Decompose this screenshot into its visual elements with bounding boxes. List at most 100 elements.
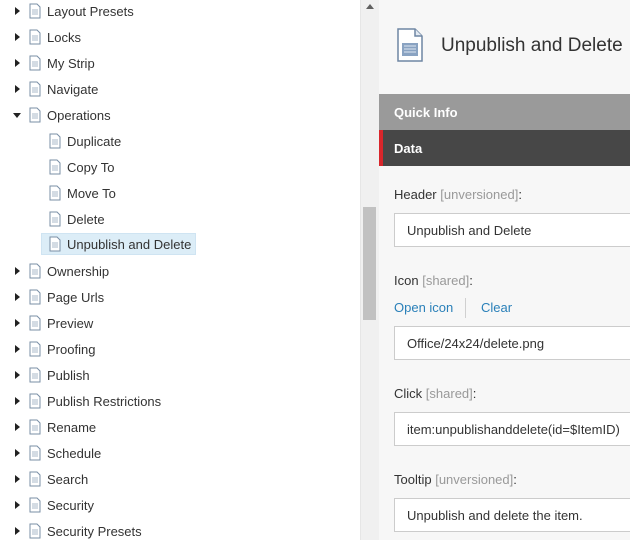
chevron-right-icon[interactable]: [11, 52, 23, 74]
tree-item-operations[interactable]: Operations: [11, 104, 111, 126]
tree-item-unpublish-and-delete[interactable]: Unpublish and Delete: [41, 233, 197, 255]
section-quick-info[interactable]: Quick Info: [379, 94, 630, 130]
scroll-up-arrow-icon[interactable]: [366, 4, 374, 9]
tree-item-search[interactable]: Search: [11, 468, 88, 490]
tree-item-security-presets[interactable]: Security Presets: [11, 520, 142, 540]
open-icon-link[interactable]: Open icon: [394, 300, 453, 315]
tree-item-label: Navigate: [47, 81, 99, 97]
tree-item-label: Unpublish and Delete: [67, 236, 192, 252]
field-tag: [unversioned]: [435, 472, 514, 487]
document-icon: [29, 107, 41, 123]
tooltip-input[interactable]: Unpublish and delete the item.: [394, 498, 630, 532]
field-tag: [shared]: [425, 386, 473, 401]
field-tag: [unversioned]: [440, 187, 519, 202]
document-icon: [29, 29, 41, 45]
header-field-label: Header [unversioned]:: [394, 187, 522, 202]
tree-item-schedule[interactable]: Schedule: [11, 442, 101, 464]
tree-item-label: Rename: [47, 419, 97, 435]
tree-item-page-urls[interactable]: Page Urls: [11, 286, 104, 308]
tree-item-delete[interactable]: Delete: [47, 208, 105, 230]
tree-item-ownership[interactable]: Ownership: [11, 260, 109, 282]
document-icon: [29, 471, 41, 487]
tree-item-label: Preview: [47, 315, 94, 331]
tree-item-move-to[interactable]: Move To: [47, 182, 116, 204]
tree-item-rename[interactable]: Rename: [11, 416, 96, 438]
document-icon: [29, 523, 41, 539]
document-icon: [29, 393, 41, 409]
item-editor: Unpublish and Delete Quick Info Data Hea…: [379, 0, 630, 540]
chevron-right-icon[interactable]: [11, 286, 23, 308]
tree-item-proofing[interactable]: Proofing: [11, 338, 95, 360]
tree-item-label: Security Presets: [47, 523, 142, 539]
chevron-right-icon[interactable]: [11, 338, 23, 360]
chevron-right-icon[interactable]: [11, 26, 23, 48]
tree-item-label: Duplicate: [67, 133, 122, 149]
tree-item-label: Proofing: [47, 341, 96, 357]
tree-item-layout-presets[interactable]: Layout Presets: [11, 0, 134, 22]
tree-item-my-strip[interactable]: My Strip: [11, 52, 95, 74]
document-icon: [29, 341, 41, 357]
item-title: Unpublish and Delete: [441, 35, 623, 56]
tree-item-label: Security: [47, 497, 94, 513]
tooltip-field-label: Tooltip [unversioned]:: [394, 472, 517, 487]
icon-input[interactable]: Office/24x24/delete.png: [394, 326, 630, 360]
tree-item-label: Publish Restrictions: [47, 393, 162, 409]
tree-item-copy-to[interactable]: Copy To: [47, 156, 114, 178]
tree-item-preview[interactable]: Preview: [11, 312, 93, 334]
click-field-label: Click [shared]:: [394, 386, 477, 401]
document-icon: [29, 445, 41, 461]
document-icon: [397, 28, 423, 62]
tree-item-label: Operations: [47, 107, 111, 123]
document-icon: [49, 159, 61, 175]
document-icon: [29, 55, 41, 71]
tree-item-label: My Strip: [47, 55, 95, 71]
link-separator: [465, 298, 466, 318]
tree-scrollbar[interactable]: [360, 0, 379, 540]
chevron-right-icon[interactable]: [11, 416, 23, 438]
chevron-right-icon[interactable]: [11, 442, 23, 464]
chevron-right-icon[interactable]: [11, 364, 23, 386]
section-title: Data: [394, 140, 423, 156]
header-input[interactable]: Unpublish and Delete: [394, 213, 630, 247]
tree-item-publish-restrictions[interactable]: Publish Restrictions: [11, 390, 161, 412]
document-icon: [29, 289, 41, 305]
chevron-down-icon[interactable]: [11, 104, 23, 126]
document-icon: [29, 3, 41, 19]
tree-item-label: Search: [47, 471, 89, 487]
clear-icon-link[interactable]: Clear: [481, 300, 512, 315]
field-tag: [shared]: [422, 273, 470, 288]
document-icon: [49, 185, 61, 201]
tree-item-security[interactable]: Security: [11, 494, 94, 516]
chevron-right-icon[interactable]: [11, 312, 23, 334]
chevron-right-icon[interactable]: [11, 468, 23, 490]
document-icon: [29, 81, 41, 97]
scrollbar-thumb[interactable]: [363, 207, 376, 320]
tree-item-duplicate[interactable]: Duplicate: [47, 130, 121, 152]
icon-field-label: Icon [shared]:: [394, 273, 473, 288]
tree-item-label: Copy To: [67, 159, 115, 175]
document-icon: [29, 263, 41, 279]
section-data[interactable]: Data: [379, 130, 630, 166]
tree-item-label: Locks: [47, 29, 81, 45]
chevron-right-icon[interactable]: [11, 78, 23, 100]
tree-item-label: Layout Presets: [47, 3, 134, 19]
document-icon: [49, 211, 61, 227]
content-tree: Layout Presets Locks My Strip Navigate O…: [0, 0, 360, 540]
tree-item-label: Publish: [47, 367, 90, 383]
tree-item-label: Page Urls: [47, 289, 105, 305]
tree-item-locks[interactable]: Locks: [11, 26, 81, 48]
tree-item-label: Move To: [67, 185, 116, 201]
chevron-right-icon[interactable]: [11, 0, 23, 22]
chevron-right-icon[interactable]: [11, 260, 23, 282]
tree-item-label: Schedule: [47, 445, 102, 461]
chevron-right-icon[interactable]: [11, 390, 23, 412]
click-input[interactable]: item:unpublishanddelete(id=$ItemID): [394, 412, 630, 446]
tree-item-publish[interactable]: Publish: [11, 364, 90, 386]
chevron-right-icon[interactable]: [11, 520, 23, 540]
document-icon: [29, 419, 41, 435]
tree-item-navigate[interactable]: Navigate: [11, 78, 98, 100]
tree-item-label: Ownership: [47, 263, 110, 279]
document-icon: [29, 315, 41, 331]
section-title: Quick Info: [394, 104, 458, 120]
chevron-right-icon[interactable]: [11, 494, 23, 516]
